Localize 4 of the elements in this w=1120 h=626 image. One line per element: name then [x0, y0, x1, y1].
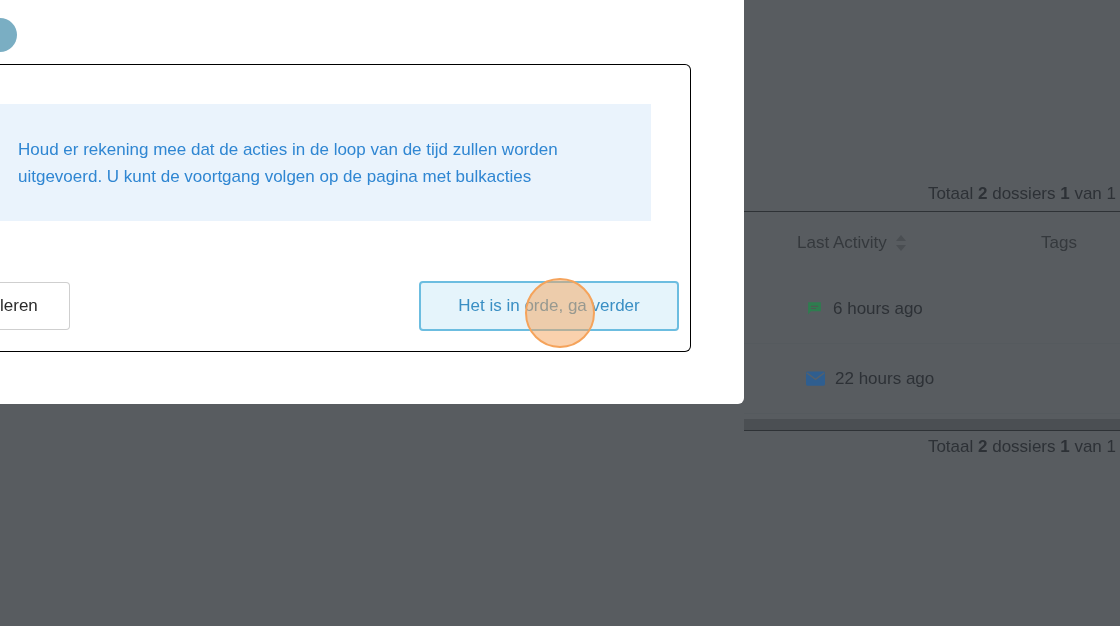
envelope-icon [806, 371, 825, 386]
info-message: Houd er rekening mee dat de acties in de loop van de tijd zullen worden uitgevoerd. U kunt de voortgang volgen op de pagina met bulkacties [18, 138, 559, 188]
chat-icon [806, 300, 823, 317]
cancel-button[interactable]: leren [0, 282, 70, 330]
